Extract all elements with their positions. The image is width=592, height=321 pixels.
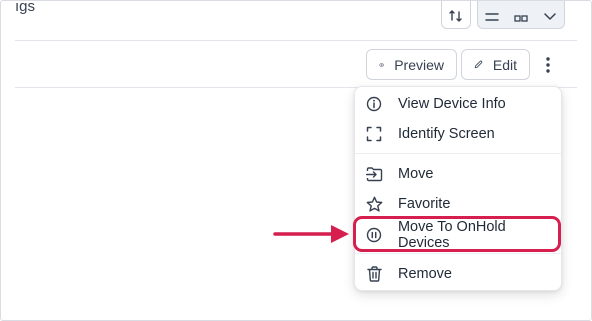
more-vertical-icon bbox=[546, 57, 550, 73]
preview-button-label: Preview bbox=[394, 56, 444, 73]
menu-item-identify-screen[interactable]: Identify Screen bbox=[355, 119, 561, 149]
menu-divider bbox=[355, 153, 561, 154]
view-toggle-group bbox=[477, 1, 565, 29]
preview-button[interactable]: Preview bbox=[366, 49, 457, 80]
menu-item-label: Remove bbox=[398, 266, 452, 282]
device-actions-menu: View Device Info Identify Screen Move Fa… bbox=[354, 86, 562, 291]
trash-icon bbox=[365, 265, 383, 283]
menu-divider bbox=[355, 253, 561, 254]
chevron-down-icon[interactable] bbox=[535, 12, 564, 22]
edit-button-label: Edit bbox=[492, 56, 517, 73]
menu-item-view-device-info[interactable]: View Device Info bbox=[355, 89, 561, 119]
edit-button[interactable]: Edit bbox=[461, 49, 530, 80]
page-title-fragment: ıgs bbox=[15, 0, 36, 15]
move-into-icon bbox=[365, 165, 383, 183]
header-divider bbox=[15, 40, 577, 41]
grid-view-icon[interactable] bbox=[507, 12, 536, 22]
pencil-icon bbox=[474, 60, 483, 69]
arrow-right-icon bbox=[273, 225, 349, 243]
menu-item-label: Identify Screen bbox=[398, 126, 495, 142]
menu-item-label: View Device Info bbox=[398, 96, 506, 112]
star-icon bbox=[365, 195, 383, 213]
sort-button[interactable] bbox=[441, 1, 471, 29]
list-view-icon[interactable] bbox=[478, 12, 507, 22]
focus-frame-icon bbox=[365, 125, 383, 143]
menu-item-move[interactable]: Move bbox=[355, 159, 561, 189]
sort-icon bbox=[449, 10, 462, 22]
menu-item-remove[interactable]: Remove bbox=[355, 259, 561, 289]
menu-item-label: Move bbox=[398, 166, 434, 182]
menu-item-favorite[interactable]: Favorite bbox=[355, 189, 561, 219]
page-frame: ıgs Preview Edit View Device Info Identi… bbox=[0, 0, 592, 321]
menu-item-label: Favorite bbox=[398, 196, 451, 212]
highlight-box bbox=[353, 216, 561, 252]
more-options-button[interactable] bbox=[538, 51, 558, 79]
eye-icon bbox=[379, 62, 385, 67]
info-circle-icon bbox=[365, 95, 383, 113]
